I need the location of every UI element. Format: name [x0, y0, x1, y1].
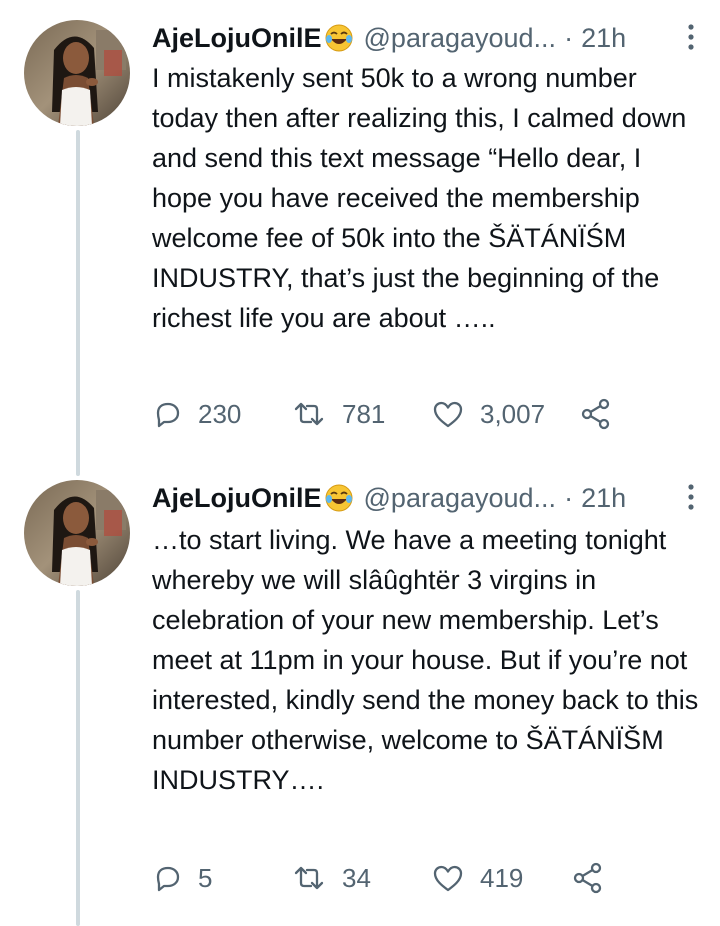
thread-connector: [76, 590, 80, 926]
like-count: 3,007: [480, 398, 546, 429]
reply-button[interactable]: 5: [152, 863, 292, 894]
retweet-button[interactable]: 781: [292, 399, 432, 430]
retweet-icon: [294, 402, 324, 426]
retweet-button[interactable]: 34: [292, 863, 432, 894]
tweet-header: AjeLojuOnilE @paragayoud... · 21h: [152, 18, 700, 58]
like-count: 419: [480, 862, 524, 893]
display-name[interactable]: AjeLojuOnilE: [152, 23, 322, 54]
thread-connector: [76, 130, 80, 476]
display-name[interactable]: AjeLojuOnilE: [152, 483, 322, 514]
avatar[interactable]: [24, 20, 130, 126]
tweet-thread: AjeLojuOnilE @paragayoud... · 21h I mist…: [0, 0, 720, 926]
tweet-2[interactable]: AjeLojuOnilE @paragayoud... · 21h …to st…: [0, 478, 720, 926]
share-button[interactable]: [580, 398, 612, 430]
reply-count: 230: [198, 398, 242, 429]
laughing-emoji-icon: [325, 24, 353, 52]
like-icon: [433, 401, 463, 428]
separator-dot: ·: [564, 22, 574, 53]
like-button[interactable]: 419: [432, 863, 572, 894]
timestamp[interactable]: 21h: [581, 23, 626, 54]
reply-icon: [156, 866, 180, 892]
reply-icon: [156, 402, 180, 428]
tweet-1[interactable]: AjeLojuOnilE @paragayoud... · 21h I mist…: [0, 18, 720, 476]
separator-dot: ·: [564, 482, 574, 513]
reply-count: 5: [198, 862, 213, 893]
user-handle[interactable]: @paragayoud...: [364, 23, 557, 54]
laughing-emoji-icon: [325, 484, 353, 512]
tweet-text: …to start living. We have a meeting toni…: [152, 525, 699, 795]
user-handle[interactable]: @paragayoud...: [364, 483, 557, 514]
retweet-count: 34: [342, 862, 371, 893]
retweet-count: 781: [342, 398, 386, 429]
reply-button[interactable]: 230: [152, 399, 292, 430]
like-button[interactable]: 3,007: [432, 399, 582, 430]
tweet-actions: 230 781 3,007: [152, 394, 672, 434]
tweet-text: I mistakenly sent 50k to a wrong number …: [152, 63, 687, 333]
more-icon[interactable]: [686, 22, 696, 52]
share-button[interactable]: [572, 862, 604, 894]
share-icon: [581, 398, 610, 430]
more-icon[interactable]: [686, 482, 696, 512]
share-icon: [573, 862, 602, 894]
like-icon: [433, 865, 463, 892]
tweet-header: AjeLojuOnilE @paragayoud... · 21h: [152, 478, 700, 518]
avatar[interactable]: [24, 480, 130, 586]
timestamp[interactable]: 21h: [581, 483, 626, 514]
tweet-actions: 5 34 419: [152, 858, 672, 898]
retweet-icon: [294, 866, 324, 890]
